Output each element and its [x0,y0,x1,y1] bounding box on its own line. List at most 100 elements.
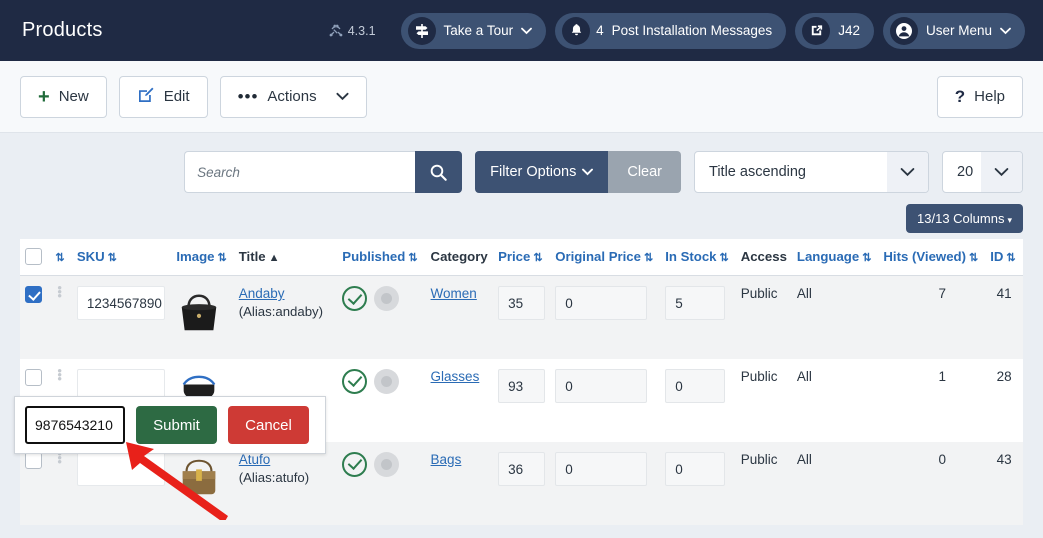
unpublish-circle-icon[interactable] [374,369,399,394]
publish-check-icon[interactable] [342,452,367,477]
filter-bar: Filter Options Clear Title ascending 20 [20,133,1023,193]
col-sku-label[interactable]: SKU [77,249,105,264]
col-hits-label[interactable]: Hits (Viewed) [883,249,966,264]
cell-language: All [792,442,879,525]
category-link[interactable]: Glasses [431,369,480,384]
in-stock-input[interactable]: 0 [665,369,725,403]
search-input[interactable] [184,151,415,193]
col-published-label[interactable]: Published [342,249,405,264]
pencil-square-icon [137,86,155,108]
hits-value: 1 [939,369,947,384]
sku-input[interactable]: 1234567890 [77,286,165,320]
col-title-label[interactable]: Title [239,249,266,264]
col-select-all [20,239,47,276]
sort-icon[interactable]: ⇅ [218,252,226,264]
row-checkbox[interactable] [25,369,42,386]
col-category-label: Category [431,249,488,264]
unpublish-circle-icon[interactable] [374,286,399,311]
action-toolbar: + New Edit ••• Actions ? Help [0,61,1043,133]
sort-icon[interactable]: ⇅ [408,252,416,264]
col-in-stock-label[interactable]: In Stock [665,249,716,264]
columns-toggle-button[interactable]: 13/13 Columns▾ [906,204,1023,233]
col-ordering: ⇅ [47,239,71,276]
columns-bar: 13/13 Columns▾ [20,193,1023,239]
table-head: ⇅ SKU⇅ Image⇅ Title▲ Published⇅ [20,239,1023,276]
category-link[interactable]: Bags [431,452,462,467]
question-mark-icon: ? [955,87,965,107]
post-installation-messages-button[interactable]: 4 Post Installation Messages [555,13,786,49]
take-a-tour-button[interactable]: Take a Tour [401,13,547,49]
price-input[interactable]: 93 [498,369,545,403]
col-price-label[interactable]: Price [498,249,530,264]
products-table: ⇅ SKU⇅ Image⇅ Title▲ Published⇅ [20,239,1023,525]
col-id-label[interactable]: ID [990,249,1003,264]
drag-handle-icon[interactable]: ••• [52,286,66,298]
actions-button[interactable]: ••• Actions [220,76,367,118]
cell-category: Glasses [426,359,494,442]
search-button[interactable] [415,151,462,193]
help-button-label: Help [974,88,1005,105]
sort-icon[interactable]: ⇅ [969,252,977,264]
publish-check-icon[interactable] [342,369,367,394]
select-all-checkbox[interactable] [25,248,42,265]
col-original-price-label[interactable]: Original Price [555,249,641,264]
list-limit-select[interactable]: 20 [942,151,1023,193]
cell-select [20,276,47,359]
in-stock-input[interactable]: 0 [665,452,725,486]
cell-access: Public [736,276,792,359]
col-language-label[interactable]: Language [797,249,859,264]
chevron-down-icon[interactable] [887,152,928,192]
drag-handle-icon[interactable]: ••• [52,369,66,381]
cell-in-stock: 0 [660,359,736,442]
price-input[interactable]: 35 [498,286,545,320]
ellipsis-icon: ••• [238,88,259,105]
sort-icon[interactable]: ⇅ [862,252,870,264]
original-price-input[interactable]: 0 [555,452,647,486]
product-title-link[interactable]: Andaby [239,286,333,301]
clear-filters-button[interactable]: Clear [608,151,681,193]
new-button[interactable]: + New [20,76,107,118]
cell-published [337,359,425,442]
original-price-input[interactable]: 0 [555,369,647,403]
col-image-label[interactable]: Image [176,249,214,264]
product-alias: (Alias:andaby) [239,304,333,319]
sort-icon[interactable]: ⇅ [644,252,652,264]
satchel-thumbnail [176,452,222,504]
chevron-down-icon [521,23,532,38]
in-stock-input[interactable]: 5 [665,286,725,320]
col-category: Category [426,239,494,276]
cell-id: 41 [985,276,1023,359]
unpublish-circle-icon[interactable] [374,452,399,477]
user-menu-button[interactable]: User Menu [883,13,1025,49]
sort-ordering-icon[interactable]: ⇅ [55,252,63,264]
publish-check-icon[interactable] [342,286,367,311]
post-installation-messages-label: Post Installation Messages [612,23,773,38]
filter-options-button[interactable]: Filter Options [475,151,608,193]
original-price-input[interactable]: 0 [555,286,647,320]
help-button[interactable]: ? Help [937,76,1023,118]
cell-hits: 0 [878,442,985,525]
cancel-button[interactable]: Cancel [228,406,309,444]
sort-icon[interactable]: ⇅ [719,252,727,264]
sku-input[interactable] [77,452,165,486]
sort-asc-icon[interactable]: ▲ [269,252,279,264]
col-access: Access [736,239,792,276]
sort-icon[interactable]: ⇅ [533,252,541,264]
language-value: All [797,369,812,384]
row-checkbox[interactable] [25,286,42,303]
sort-icon[interactable]: ⇅ [1006,252,1014,264]
edit-button[interactable]: Edit [119,76,208,118]
sort-icon[interactable]: ⇅ [108,252,116,264]
sort-select[interactable]: Title ascending [694,151,929,193]
visit-site-button[interactable]: J42 [795,13,874,49]
submit-button[interactable]: Submit [136,406,217,444]
chevron-down-icon[interactable] [981,152,1022,192]
row-checkbox[interactable] [25,452,42,469]
joomla-logo-icon [329,24,343,38]
category-link[interactable]: Women [431,286,477,301]
sku-edit-input[interactable] [25,406,125,444]
columns-toggle-label: 13/13 Columns [917,211,1004,226]
list-limit-value: 20 [943,164,981,180]
price-input[interactable]: 36 [498,452,545,486]
col-id: ID⇅ [985,239,1023,276]
